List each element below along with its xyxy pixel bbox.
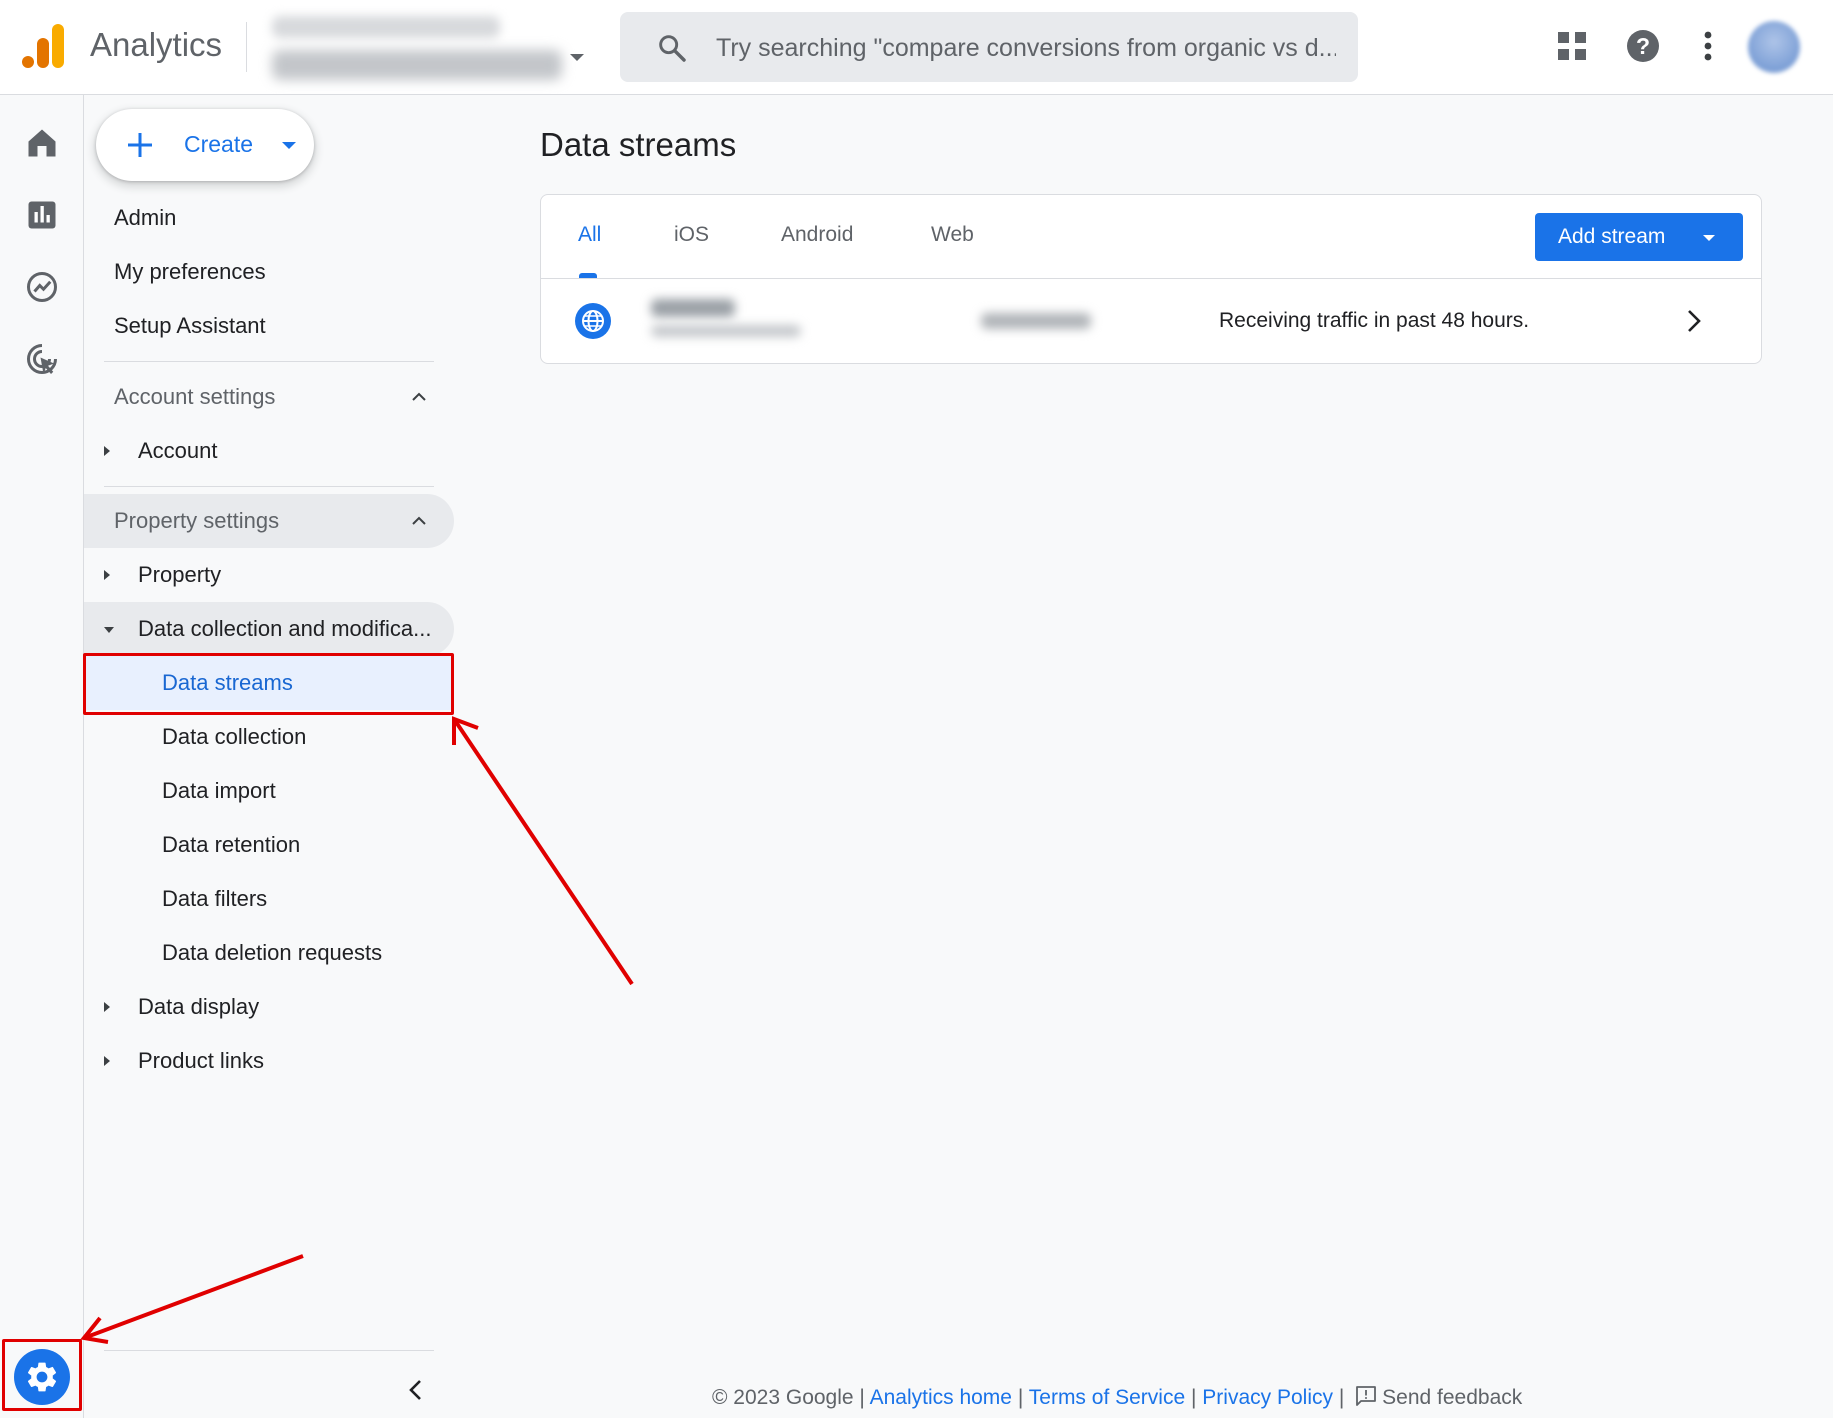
footer-separator: | [1338,1386,1345,1409]
admin-nav: Create Admin My preferences Setup Assist… [84,95,454,1418]
footer: © 2023 Google | Analytics home | Terms o… [712,1384,1522,1410]
nav-item-admin[interactable]: Admin [84,191,454,245]
nav-item-data-display[interactable]: Data display [84,980,454,1034]
left-rail [0,95,84,1418]
tab-all[interactable]: All [578,223,601,247]
footer-separator: | [859,1386,865,1409]
reports-icon[interactable] [24,197,60,233]
stream-row[interactable]: Receiving traffic in past 48 hours. [541,279,1761,363]
nav-item-setup-assistant[interactable]: Setup Assistant [84,299,454,353]
app-title: Analytics [90,26,223,63]
top-app-bar: Analytics ? [0,0,1833,95]
home-icon[interactable] [24,125,60,161]
footer-separator: | [1190,1386,1197,1409]
chevron-up-icon [412,392,426,401]
redacted-account-name [272,16,500,38]
nav-item-property[interactable]: Property [84,548,454,602]
annotation-highlight-data-streams [83,653,454,715]
create-label: Create [184,131,254,157]
section-account-settings[interactable]: Account settings [84,370,454,424]
collapse-arrow-icon [104,627,114,633]
tab-ios[interactable]: iOS [674,223,709,247]
account-property-picker[interactable] [272,12,592,84]
plus-icon [128,133,152,157]
advertising-icon[interactable] [24,341,60,377]
nav-item-data-import[interactable]: Data import [84,764,454,818]
collapse-nav-chevron-icon[interactable] [402,1375,428,1405]
caret-down-icon [282,142,296,149]
tab-android[interactable]: Android [781,223,853,247]
footer-separator: | [1017,1386,1024,1409]
svg-text:?: ? [1636,33,1650,59]
nav-divider [104,1350,434,1351]
arrow-to-data-streams [452,716,634,986]
redacted-stream-id [981,313,1091,329]
stream-status: Receiving traffic in past 48 hours. [1219,309,1530,332]
footer-link-analytics-home[interactable]: Analytics home [870,1386,1012,1409]
create-button[interactable]: Create [96,109,314,181]
apps-grid-icon[interactable] [1552,26,1592,66]
page-title: Data streams [540,126,737,163]
globe-icon [575,303,611,339]
avatar[interactable] [1748,21,1800,73]
nav-item-data-collection[interactable]: Data collection [84,710,454,764]
admin-settings-button[interactable] [14,1349,70,1405]
search-input[interactable] [716,30,1336,66]
more-vert-icon[interactable] [1688,26,1728,66]
title-divider [246,22,247,72]
footer-copyright: © 2023 Google [712,1386,854,1409]
expand-arrow-icon [104,1002,110,1012]
nav-divider [104,486,434,487]
analytics-logo[interactable] [22,24,64,68]
send-feedback-link[interactable]: Send feedback [1382,1386,1522,1409]
expand-arrow-icon [104,1056,110,1066]
section-property-settings[interactable]: Property settings [84,494,454,548]
nav-item-account[interactable]: Account [84,424,454,478]
footer-link-privacy-policy[interactable]: Privacy Policy [1202,1386,1333,1409]
chevron-up-icon [412,516,426,525]
caret-down-icon [570,54,584,61]
nav-item-data-filters[interactable]: Data filters [84,872,454,926]
search-icon [659,35,686,62]
expand-arrow-icon [104,446,110,456]
gear-icon [27,1362,57,1392]
caret-down-icon [1703,235,1715,241]
chevron-right-icon [1688,310,1701,332]
search-bar[interactable] [620,12,1358,82]
redacted-stream-url [651,325,801,337]
redacted-property-name [272,50,562,80]
footer-link-terms-of-service[interactable]: Terms of Service [1029,1386,1185,1409]
redacted-stream-name [651,299,735,317]
expand-arrow-icon [104,570,110,580]
explore-icon[interactable] [24,269,60,305]
help-icon[interactable]: ? [1623,26,1663,66]
data-streams-card: All iOS Android Web Add stream Receiving… [540,194,1762,364]
nav-item-data-deletion-requests[interactable]: Data deletion requests [84,926,454,980]
tab-web[interactable]: Web [931,223,974,247]
feedback-icon [1356,1386,1377,1406]
add-stream-button[interactable]: Add stream [1535,213,1743,261]
nav-item-data-retention[interactable]: Data retention [84,818,454,872]
nav-item-data-collection-and-modification[interactable]: Data collection and modifica... [84,602,454,656]
nav-item-my-preferences[interactable]: My preferences [84,245,454,299]
nav-item-product-links[interactable]: Product links [84,1034,454,1088]
nav-divider [104,361,434,362]
